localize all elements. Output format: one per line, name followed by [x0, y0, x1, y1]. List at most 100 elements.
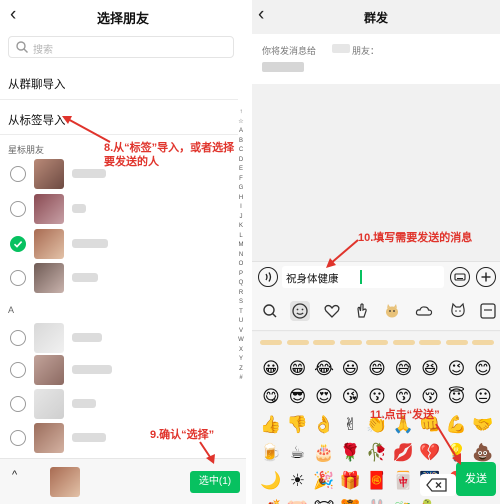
collapse-arrow-icon[interactable]: ^ — [12, 469, 17, 481]
emoji-item[interactable]: 👎 — [287, 414, 309, 436]
emoji-item[interactable]: 🥀 — [366, 442, 388, 464]
plus-icon[interactable] — [476, 267, 496, 287]
emoji-item[interactable]: 😁 — [287, 358, 309, 380]
emoji-item[interactable]: 😊 — [472, 358, 494, 380]
emoji-item[interactable]: 😗 — [366, 386, 388, 408]
emoji-item[interactable]: 🐲 — [393, 498, 415, 504]
cloud-sticker-icon[interactable] — [414, 301, 434, 321]
confirm-selection-button[interactable]: 选中(1) — [190, 471, 240, 493]
emoji-item[interactable]: ✌ — [340, 414, 362, 436]
checkbox-checked[interactable] — [10, 236, 26, 252]
search-input[interactable]: 搜索 — [8, 36, 234, 58]
cat-sticker-icon[interactable] — [448, 301, 468, 321]
index-letter[interactable]: R — [236, 289, 246, 299]
emoji-item[interactable]: 😐 — [472, 386, 494, 408]
contact-row[interactable] — [0, 320, 236, 356]
emoji-item[interactable]: 😚 — [419, 386, 441, 408]
emoji-item[interactable]: ☕ — [287, 442, 309, 464]
dog-sticker-icon[interactable] — [382, 301, 402, 321]
import-from-tag-button[interactable]: 从标签导入 — [8, 112, 66, 128]
index-letter[interactable]: A — [236, 127, 246, 137]
emoji-item[interactable]: 🧧 — [366, 470, 388, 492]
index-letter[interactable]: Z — [236, 365, 246, 375]
index-letter[interactable]: L — [236, 232, 246, 242]
sticker-settings-icon[interactable] — [478, 301, 498, 321]
checkbox[interactable] — [10, 166, 26, 182]
emoji-item[interactable]: 🍺 — [260, 442, 282, 464]
emoji-item[interactable]: 😆 — [419, 358, 441, 380]
emoji-item[interactable]: ☀ — [287, 470, 309, 492]
emoji-item[interactable]: 😅 — [393, 358, 415, 380]
index-letter[interactable]: P — [236, 270, 246, 280]
emoji-item[interactable]: 💋 — [393, 442, 415, 464]
index-letter[interactable]: ☆ — [236, 118, 246, 128]
index-letter[interactable]: I — [236, 203, 246, 213]
emoji-item[interactable]: 🀄 — [393, 470, 415, 492]
index-letter[interactable]: M — [236, 241, 246, 251]
checkbox[interactable] — [10, 362, 26, 378]
contact-row[interactable] — [0, 386, 236, 422]
emoji-item[interactable]: 😇 — [446, 386, 468, 408]
emoji-item[interactable]: 🎂 — [313, 442, 335, 464]
emoji-item[interactable]: 🐰 — [366, 498, 388, 504]
index-letter[interactable]: W — [236, 336, 246, 346]
index-letter[interactable]: Y — [236, 355, 246, 365]
favorites-heart-icon[interactable] — [322, 301, 342, 321]
index-letter[interactable]: T — [236, 308, 246, 318]
emoji-item[interactable]: 🐍 — [419, 498, 441, 504]
emoji-item[interactable]: 🎉 — [313, 470, 335, 492]
index-letter[interactable]: V — [236, 327, 246, 337]
emoji-item[interactable]: 😀 — [260, 358, 282, 380]
emoji-item[interactable]: 🐯 — [340, 498, 362, 504]
contact-row[interactable] — [0, 191, 236, 227]
checkbox[interactable] — [10, 201, 26, 217]
import-from-group-button[interactable]: 从群聊导入 — [8, 76, 66, 92]
index-letter[interactable]: U — [236, 317, 246, 327]
message-input[interactable]: 祝身体健康 — [282, 266, 444, 288]
index-letter[interactable]: H — [236, 194, 246, 204]
emoji-item[interactable]: 😃 — [340, 358, 362, 380]
index-letter[interactable]: G — [236, 184, 246, 194]
emoji-item[interactable]: 👌 — [313, 414, 335, 436]
emoji-item[interactable]: 😉 — [446, 358, 468, 380]
index-letter[interactable]: O — [236, 260, 246, 270]
emoji-item[interactable]: 🎁 — [340, 470, 362, 492]
index-letter[interactable]: X — [236, 346, 246, 356]
emoji-item[interactable]: 🌙 — [260, 470, 282, 492]
checkbox[interactable] — [10, 396, 26, 412]
delete-button[interactable] — [420, 474, 456, 496]
gesture-sticker-icon[interactable] — [352, 301, 372, 321]
emoji-tab-icon[interactable] — [290, 301, 310, 321]
index-letter[interactable]: # — [236, 374, 246, 384]
emoji-item[interactable]: 😋 — [260, 386, 282, 408]
emoji-item[interactable]: 🌹 — [340, 442, 362, 464]
emoji-item[interactable]: 🐮 — [313, 498, 335, 504]
keyboard-icon[interactable] — [450, 267, 470, 287]
emoji-item[interactable]: 😂 — [313, 358, 335, 380]
contact-row[interactable] — [0, 260, 236, 296]
emoji-item[interactable]: 😎 — [287, 386, 309, 408]
index-letter[interactable]: Q — [236, 279, 246, 289]
emoji-item[interactable]: 😘 — [340, 386, 362, 408]
index-letter[interactable]: S — [236, 298, 246, 308]
emoji-item[interactable]: 😄 — [366, 358, 388, 380]
checkbox[interactable] — [10, 270, 26, 286]
index-letter[interactable]: ↑ — [236, 108, 246, 118]
search-sticker-icon[interactable] — [260, 301, 280, 321]
checkbox[interactable] — [10, 430, 26, 446]
voice-icon[interactable] — [258, 267, 278, 287]
index-letter[interactable]: K — [236, 222, 246, 232]
emoji-item[interactable]: 👍 — [260, 414, 282, 436]
emoji-item[interactable]: 🐷 — [287, 498, 309, 504]
emoji-item[interactable]: 🧨 — [260, 498, 282, 504]
index-letter[interactable]: F — [236, 175, 246, 185]
emoji-item[interactable]: 😍 — [313, 386, 335, 408]
contact-row[interactable] — [0, 226, 236, 262]
emoji-item[interactable]: 😙 — [393, 386, 415, 408]
index-letter[interactable]: J — [236, 213, 246, 223]
contact-row[interactable] — [0, 352, 236, 388]
checkbox[interactable] — [10, 330, 26, 346]
emoji-item[interactable]: 💩 — [472, 442, 494, 464]
index-letter[interactable]: N — [236, 251, 246, 261]
selected-avatar[interactable] — [50, 467, 80, 497]
